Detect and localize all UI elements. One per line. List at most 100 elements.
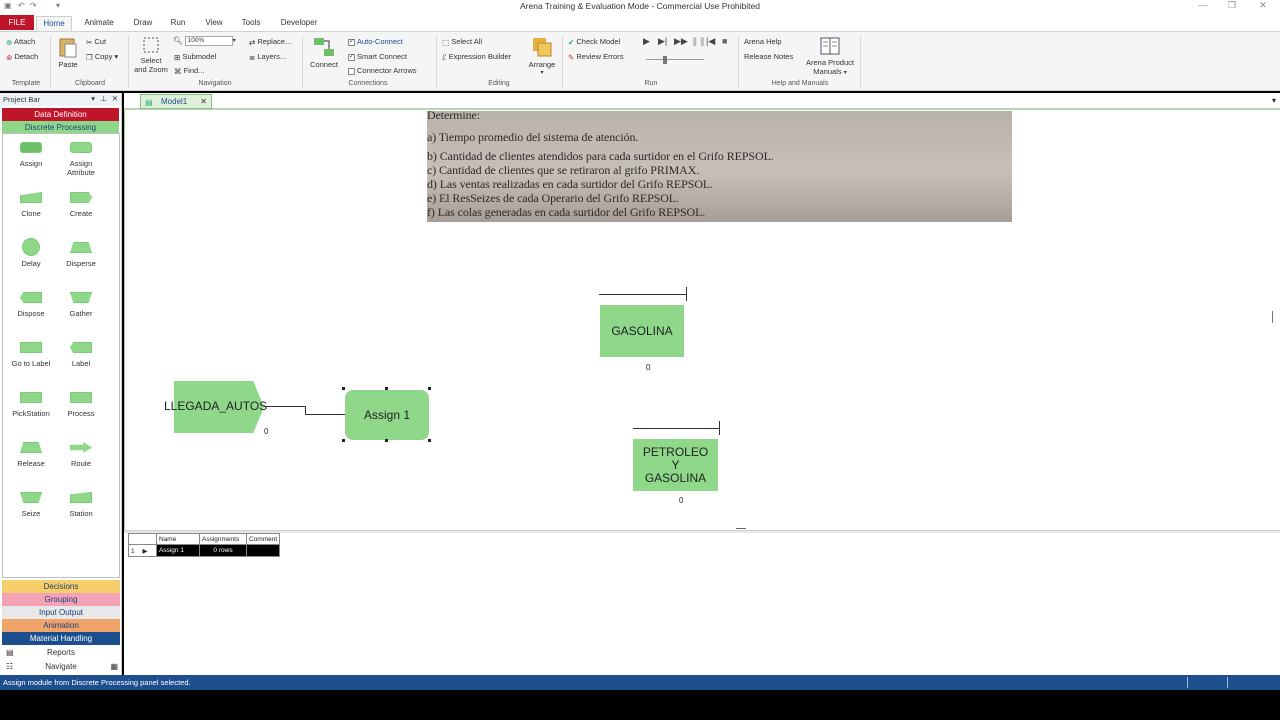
connector-line[interactable]	[305, 414, 345, 415]
module-create[interactable]: Create	[53, 192, 109, 218]
selection-handle[interactable]	[342, 387, 345, 390]
panel-reports[interactable]: ▤ Reports	[2, 646, 120, 659]
select-and-zoom-button[interactable]: Select and Zoom	[134, 36, 168, 74]
module-assign[interactable]: Assign	[3, 142, 59, 168]
queue-line-gasolina[interactable]	[599, 294, 686, 295]
connector-arrows-toggle[interactable]: Connector Arrows	[348, 66, 417, 75]
tab-home[interactable]: Home	[36, 16, 72, 31]
tab-file[interactable]: FILE	[0, 15, 34, 30]
release-notes-button[interactable]: Release Notes	[744, 52, 793, 61]
module-gather[interactable]: Gather	[53, 292, 109, 318]
column-header-assignments[interactable]: Assignments	[199, 533, 247, 545]
copy-button[interactable]: ❐ Copy ▾	[86, 52, 118, 62]
tab-run[interactable]: Run	[166, 16, 190, 31]
panel-decisions[interactable]: Decisions	[2, 580, 120, 593]
module-pickstation[interactable]: PickStation	[3, 392, 59, 418]
tab-developer[interactable]: Developer	[278, 16, 320, 31]
column-header-name[interactable]: Name	[156, 533, 200, 545]
pause-button[interactable]: ❚❚	[691, 36, 706, 47]
connector-line[interactable]	[264, 406, 306, 407]
step-button[interactable]: ▶|	[658, 36, 667, 47]
panel-data-definition[interactable]: Data Definition	[2, 108, 119, 121]
tab-view[interactable]: View	[200, 16, 228, 31]
tab-list-dropdown-icon[interactable]: ▾	[1272, 96, 1276, 105]
minimize-icon[interactable]: —	[1196, 0, 1210, 10]
layers-button[interactable]: ≣ Layers...	[249, 52, 286, 62]
restore-icon[interactable]: ❐	[1225, 0, 1239, 11]
detach-button[interactable]: ⊗ Detach	[6, 52, 38, 62]
panel-animation[interactable]: Animation	[2, 619, 120, 632]
process-module-gasolina[interactable]: GASOLINA	[600, 305, 684, 357]
expression-builder-button[interactable]: ℰ Expression Builder	[442, 52, 511, 62]
check-model-button[interactable]: ✔ Check Model	[568, 37, 620, 47]
paste-button[interactable]: Paste	[56, 36, 80, 74]
zoom-dropdown-icon[interactable]: ▾	[233, 38, 236, 44]
connector-arrows-checkbox[interactable]	[348, 67, 355, 75]
panel-material-handling[interactable]: Material Handling	[2, 632, 120, 645]
pin-icon[interactable]: ⊥	[100, 94, 107, 103]
replace-button[interactable]: ⇄ Replace...	[249, 37, 291, 47]
dropdown-icon[interactable]: ▾	[91, 94, 95, 103]
end-button[interactable]: ■	[722, 36, 727, 46]
assign-module-assign-1[interactable]: Assign 1	[345, 390, 429, 440]
slider-thumb[interactable]	[663, 56, 667, 64]
module-process[interactable]: Process	[53, 392, 109, 418]
smart-connect-checkbox[interactable]: ✓	[348, 53, 355, 61]
module-route[interactable]: Route	[53, 442, 109, 468]
module-delay[interactable]: Delay	[3, 238, 59, 268]
connect-button[interactable]: Connect	[306, 36, 342, 69]
row-number[interactable]: 1 ▶	[128, 544, 157, 557]
close-icon[interactable]: ✕	[1256, 0, 1270, 11]
panel-grouping[interactable]: Grouping	[2, 593, 120, 606]
pasted-exercise-image[interactable]: Determine: a) Tiempo promedio del sistem…	[427, 111, 1012, 222]
zoom-control[interactable]: 🔍︎ 100% ▾	[173, 35, 236, 46]
select-all-button[interactable]: ⬚ Select All	[442, 37, 482, 47]
queue-line-petroleo[interactable]	[633, 428, 720, 429]
close-tab-icon[interactable]: ✕	[200, 95, 207, 108]
module-go-to-label[interactable]: Go to Label	[3, 342, 59, 368]
attach-button[interactable]: ⊕ Attach	[6, 37, 35, 47]
arrange-button[interactable]: Arrange ▾	[526, 36, 558, 76]
module-clone[interactable]: Clone	[3, 192, 59, 218]
module-dispose[interactable]: Dispose	[3, 292, 59, 318]
panel-input-output[interactable]: Input Output	[2, 606, 120, 619]
queue-line-petroleo[interactable]	[719, 421, 720, 435]
close-icon[interactable]: ✕	[112, 94, 118, 103]
zoom-input[interactable]: 100%	[184, 36, 233, 46]
queue-line-gasolina[interactable]	[686, 287, 687, 301]
auto-connect-toggle[interactable]: ✓ Auto-Connect	[348, 37, 403, 46]
tab-animate[interactable]: Animate	[80, 16, 118, 31]
flowchart-canvas[interactable]: Determine: a) Tiempo promedio del sistem…	[128, 111, 1273, 516]
cell-name[interactable]: Assign 1	[156, 544, 200, 557]
selection-handle[interactable]	[428, 439, 431, 442]
cut-button[interactable]: ✂ Cut	[86, 37, 106, 47]
go-button[interactable]: ▶	[643, 36, 650, 47]
start-over-button[interactable]: |◀	[706, 36, 715, 47]
module-seize[interactable]: Seize	[3, 492, 59, 518]
cell-assignments[interactable]: 0 rows	[199, 544, 247, 557]
vertical-scroll-indicator[interactable]	[1272, 311, 1273, 323]
tab-tools[interactable]: Tools	[236, 16, 266, 31]
module-label[interactable]: Label	[53, 342, 109, 368]
process-module-petroleo-y-gasolina[interactable]: PETROLEO Y GASOLINA	[633, 439, 718, 491]
tab-model1[interactable]: ▤ Model1 ✕	[140, 94, 212, 109]
submodel-button[interactable]: ⊞ Submodel	[174, 52, 216, 62]
find-button[interactable]: ⌘ Find...	[174, 66, 204, 76]
module-disperse[interactable]: Disperse	[53, 242, 109, 268]
panel-navigate[interactable]: ☷ Navigate ▦	[2, 660, 120, 673]
cell-comment[interactable]	[245, 544, 281, 557]
selection-handle[interactable]	[385, 387, 388, 390]
smart-connect-toggle[interactable]: ✓ Smart Connect	[348, 52, 407, 61]
auto-connect-checkbox[interactable]: ✓	[348, 38, 355, 46]
table-row[interactable]: 1 ▶ Assign 1 0 rows	[128, 544, 281, 557]
arena-product-manuals-button[interactable]: Arena Product Manuals ▾	[802, 36, 858, 76]
animation-speed-slider[interactable]	[646, 56, 704, 64]
review-errors-button[interactable]: ✎ Review Errors	[568, 52, 623, 62]
selection-handle[interactable]	[428, 387, 431, 390]
selection-handle[interactable]	[385, 439, 388, 442]
selection-handle[interactable]	[342, 439, 345, 442]
module-station[interactable]: Station	[53, 492, 109, 518]
tab-draw[interactable]: Draw	[128, 16, 158, 31]
module-release[interactable]: Release	[3, 442, 59, 468]
connector-line[interactable]	[305, 406, 306, 414]
